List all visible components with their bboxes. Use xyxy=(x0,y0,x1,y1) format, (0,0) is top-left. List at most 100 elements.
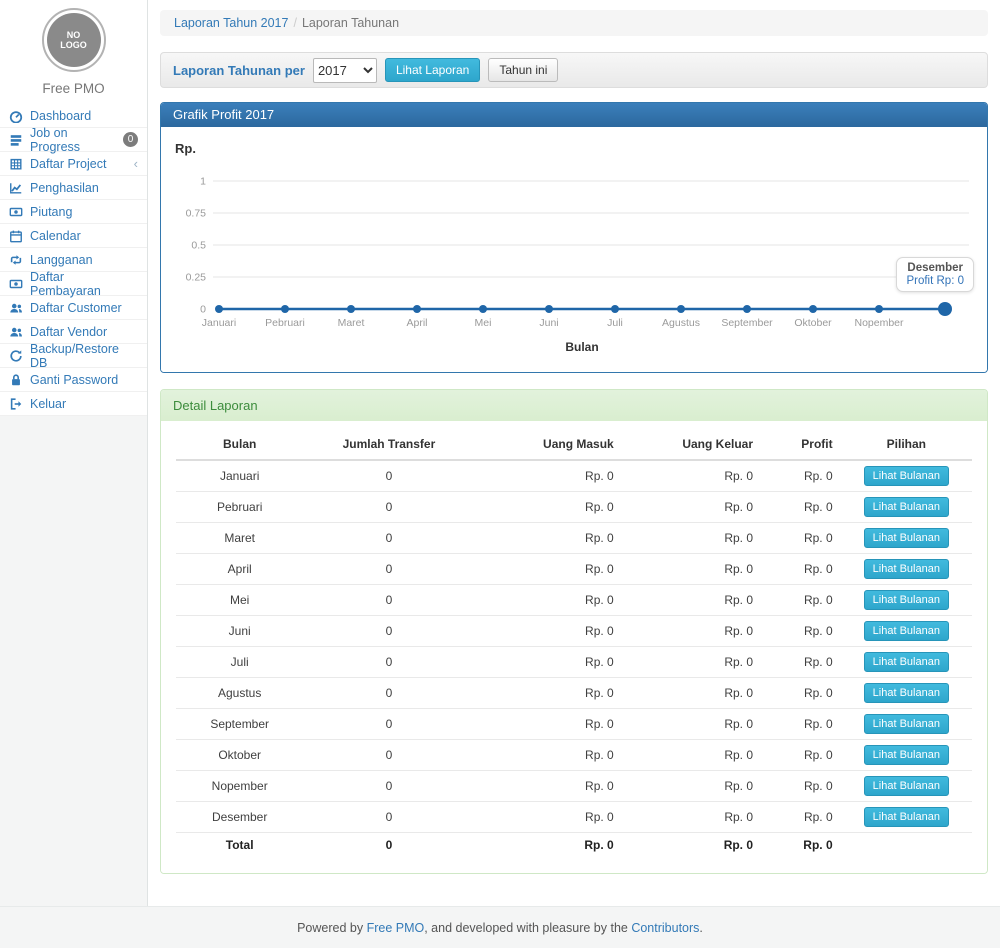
cell-bulan: Juni xyxy=(176,616,303,647)
sidebar-item-piutang[interactable]: Piutang xyxy=(0,200,147,224)
cell-profit: Rp. 0 xyxy=(761,802,841,833)
view-monthly-button-april[interactable]: Lihat Bulanan xyxy=(864,559,949,579)
view-monthly-button-mei[interactable]: Lihat Bulanan xyxy=(864,590,949,610)
sidebar-item-daftar-project[interactable]: Daftar Project‹ xyxy=(0,152,147,176)
column-header-jumlah-transfer: Jumlah Transfer xyxy=(303,429,474,460)
cell-pilihan: Lihat Bulanan xyxy=(841,616,972,647)
app-logo: NO LOGO xyxy=(42,8,106,72)
cell-profit: Rp. 0 xyxy=(761,740,841,771)
column-header-profit: Profit xyxy=(761,429,841,460)
table-row: Januari0Rp. 0Rp. 0Rp. 0Lihat Bulanan xyxy=(176,460,972,492)
sidebar-logo-block: NO LOGO Free PMO xyxy=(0,0,147,104)
sidebar-item-daftar-customer[interactable]: Daftar Customer xyxy=(0,296,147,320)
sidebar-item-label: Dashboard xyxy=(30,109,91,123)
cell-uang-keluar: Rp. 0 xyxy=(622,523,761,554)
svg-text:Januari: Januari xyxy=(202,317,236,329)
cell-total-jumlah-transfer: 0 xyxy=(303,833,474,858)
retweet-icon xyxy=(9,253,23,267)
dashboard-icon xyxy=(9,109,23,123)
svg-text:Pebruari: Pebruari xyxy=(265,317,305,329)
cell-bulan: Oktober xyxy=(176,740,303,771)
cell-uang-keluar: Rp. 0 xyxy=(622,647,761,678)
sidebar-item-calendar[interactable]: Calendar xyxy=(0,224,147,248)
svg-text:Bulan: Bulan xyxy=(565,340,598,354)
cell-profit: Rp. 0 xyxy=(761,647,841,678)
cell-bulan: April xyxy=(176,554,303,585)
cell-pilihan: Lihat Bulanan xyxy=(841,802,972,833)
svg-text:0.25: 0.25 xyxy=(186,272,207,284)
sidebar-item-daftar-vendor[interactable]: Daftar Vendor xyxy=(0,320,147,344)
sidebar-item-label: Backup/Restore DB xyxy=(30,342,138,370)
cell-total-profit: Rp. 0 xyxy=(761,833,841,858)
sidebar-item-daftar-pembayaran[interactable]: Daftar Pembayaran xyxy=(0,272,147,296)
cell-uang-masuk: Rp. 0 xyxy=(474,678,621,709)
column-header-pilihan: Pilihan xyxy=(841,429,972,460)
cell-jumlah-transfer: 0 xyxy=(303,678,474,709)
view-monthly-button-juli[interactable]: Lihat Bulanan xyxy=(864,652,949,672)
this-year-button[interactable]: Tahun ini xyxy=(488,58,558,82)
sign-out-icon xyxy=(9,397,23,411)
chart-tooltip: Desember Profit Rp: 0 xyxy=(896,257,974,292)
cell-bulan: September xyxy=(176,709,303,740)
sidebar-item-job-on-progress[interactable]: Job on Progress0 xyxy=(0,128,147,152)
year-select[interactable]: 2017 xyxy=(313,58,377,83)
gear-logo-icon: NO LOGO xyxy=(47,13,101,67)
report-panel: Detail Laporan BulanJumlah TransferUang … xyxy=(160,389,988,874)
sidebar-item-label: Langganan xyxy=(30,253,93,267)
view-monthly-button-oktober[interactable]: Lihat Bulanan xyxy=(864,745,949,765)
column-header-uang-keluar: Uang Keluar xyxy=(622,429,761,460)
sidebar-item-label: Keluar xyxy=(30,397,66,411)
table-row: Mei0Rp. 0Rp. 0Rp. 0Lihat Bulanan xyxy=(176,585,972,616)
cell-total-pilihan xyxy=(841,833,972,858)
table-icon xyxy=(9,157,23,171)
view-monthly-button-nopember[interactable]: Lihat Bulanan xyxy=(864,776,949,796)
sidebar-item-langganan[interactable]: Langganan xyxy=(0,248,147,272)
cell-uang-masuk: Rp. 0 xyxy=(474,709,621,740)
cell-uang-masuk: Rp. 0 xyxy=(474,616,621,647)
cell-bulan: Agustus xyxy=(176,678,303,709)
cell-bulan: Januari xyxy=(176,460,303,492)
sidebar-menu: Dashboard Job on Progress0Daftar Project‹… xyxy=(0,104,147,416)
view-monthly-button-desember[interactable]: Lihat Bulanan xyxy=(864,807,949,827)
footer-link-freepmo[interactable]: Free PMO xyxy=(367,921,425,935)
column-header-bulan: Bulan xyxy=(176,429,303,460)
view-monthly-button-agustus[interactable]: Lihat Bulanan xyxy=(864,683,949,703)
sidebar-item-penghasilan[interactable]: Penghasilan xyxy=(0,176,147,200)
logo-text: NO LOGO xyxy=(59,30,89,50)
cell-total-uang-masuk: Rp. 0 xyxy=(474,833,621,858)
svg-text:Juni: Juni xyxy=(539,317,558,329)
profit-line-chart[interactable]: Rp.10.750.50.250JanuariPebruariMaretApri… xyxy=(173,139,973,357)
breadcrumb-link[interactable]: Laporan Tahun 2017 xyxy=(174,16,288,30)
svg-text:1: 1 xyxy=(200,176,206,188)
view-monthly-button-september[interactable]: Lihat Bulanan xyxy=(864,714,949,734)
table-row: September0Rp. 0Rp. 0Rp. 0Lihat Bulanan xyxy=(176,709,972,740)
sidebar-item-label: Job on Progress xyxy=(30,126,116,154)
sidebar-item-label: Ganti Password xyxy=(30,373,118,387)
cell-jumlah-transfer: 0 xyxy=(303,554,474,585)
cell-profit: Rp. 0 xyxy=(761,554,841,585)
sidebar-item-keluar[interactable]: Keluar xyxy=(0,392,147,416)
cell-uang-masuk: Rp. 0 xyxy=(474,460,621,492)
cell-profit: Rp. 0 xyxy=(761,492,841,523)
view-monthly-button-juni[interactable]: Lihat Bulanan xyxy=(864,621,949,641)
cell-pilihan: Lihat Bulanan xyxy=(841,585,972,616)
cell-uang-keluar: Rp. 0 xyxy=(622,554,761,585)
view-monthly-button-maret[interactable]: Lihat Bulanan xyxy=(864,528,949,548)
view-monthly-button-januari[interactable]: Lihat Bulanan xyxy=(864,466,949,486)
sidebar-item-backup-restore-db[interactable]: Backup/Restore DB xyxy=(0,344,147,368)
svg-text:Maret: Maret xyxy=(338,317,365,329)
footer-link-contributors[interactable]: Contributors xyxy=(631,921,699,935)
sidebar-item-dashboard[interactable]: Dashboard xyxy=(0,104,147,128)
cell-uang-keluar: Rp. 0 xyxy=(622,616,761,647)
cell-uang-masuk: Rp. 0 xyxy=(474,771,621,802)
chart-panel-title: Grafik Profit 2017 xyxy=(161,103,987,127)
tooltip-title: Desember xyxy=(906,262,964,274)
view-monthly-button-pebruari[interactable]: Lihat Bulanan xyxy=(864,497,949,517)
sidebar-item-ganti-password[interactable]: Ganti Password xyxy=(0,368,147,392)
cell-pilihan: Lihat Bulanan xyxy=(841,492,972,523)
cell-uang-keluar: Rp. 0 xyxy=(622,740,761,771)
view-report-button[interactable]: Lihat Laporan xyxy=(385,58,480,82)
sidebar-item-label: Calendar xyxy=(30,229,81,243)
money-icon xyxy=(9,205,23,219)
sidebar-item-label: Daftar Vendor xyxy=(30,325,107,339)
